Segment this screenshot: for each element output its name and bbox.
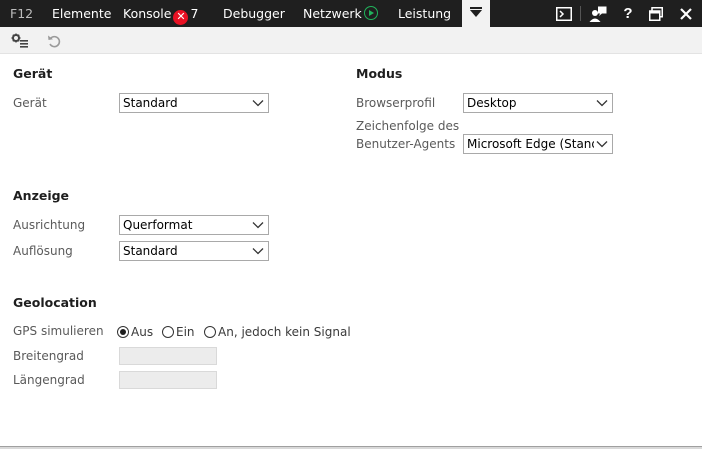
user-agent-label-line1: Zeichenfolge des — [356, 119, 460, 133]
devtools-tab-bar: F12 Elemente Konsole ✕ 7 Debugger Netzwerk… — [0, 0, 702, 27]
close-icon[interactable] — [673, 0, 699, 27]
user-agent-label-line2: Benutzer-Agents — [356, 137, 456, 151]
radio-selected-icon — [117, 326, 129, 338]
chevron-down-icon — [252, 248, 264, 255]
console-error-count: 7 — [190, 6, 199, 21]
chevron-down-icon — [596, 100, 608, 107]
latitude-label: Breitengrad — [13, 349, 84, 363]
tab-performance[interactable]: Leistung — [398, 0, 451, 27]
tab-network[interactable]: Netzwerk — [303, 0, 378, 27]
tab-elements[interactable]: Elemente — [52, 0, 111, 27]
device-label: Gerät — [13, 96, 47, 110]
resolution-value: Standard — [123, 244, 178, 258]
reset-icon[interactable] — [44, 31, 64, 51]
chevron-down-icon — [252, 100, 264, 107]
longitude-input[interactable] — [119, 371, 217, 389]
tab-debugger[interactable]: Debugger — [223, 0, 285, 27]
gps-radio-on-label: Ein — [176, 325, 195, 339]
browser-profile-value: Desktop — [467, 96, 517, 110]
gps-simulate-label: GPS simulieren — [13, 324, 104, 338]
chevron-down-icon — [470, 7, 482, 17]
chevron-down-icon — [252, 222, 264, 229]
gps-radio-no-signal-label: An, jedoch kein Signal — [218, 325, 351, 339]
orientation-label: Ausrichtung — [13, 218, 86, 232]
emulation-toolbar — [0, 27, 702, 54]
radio-unselected-icon — [204, 326, 216, 338]
browser-profile-select[interactable]: Desktop — [463, 93, 613, 113]
tab-console-label: Konsole — [123, 6, 172, 21]
console-toggle-icon[interactable] — [551, 0, 577, 27]
geolocation-section-title: Geolocation — [13, 295, 97, 310]
toolbar-separator — [580, 6, 581, 21]
f12-label: F12 — [10, 6, 34, 21]
gps-radio-off[interactable]: Aus — [117, 325, 153, 339]
resolution-label: Auflösung — [13, 244, 73, 258]
longitude-label: Längengrad — [13, 373, 85, 387]
radio-unselected-icon — [162, 326, 174, 338]
tab-network-label: Netzwerk — [303, 6, 362, 21]
feedback-icon[interactable] — [585, 0, 611, 27]
error-icon: ✕ — [173, 10, 189, 25]
gps-radio-on[interactable]: Ein — [162, 325, 195, 339]
mode-section-title: Modus — [356, 66, 403, 81]
chevron-down-icon — [596, 141, 608, 148]
browser-profile-label: Browserprofil — [356, 96, 436, 110]
display-section-title: Anzeige — [13, 188, 70, 203]
user-agent-value: Microsoft Edge (Standard) — [467, 137, 594, 151]
orientation-select[interactable]: Querformat — [119, 215, 269, 235]
help-icon[interactable]: ? — [615, 0, 641, 27]
device-select-value: Standard — [123, 96, 178, 110]
user-agent-select[interactable]: Microsoft Edge (Standard) — [463, 134, 613, 154]
resolution-select[interactable]: Standard — [119, 241, 269, 261]
orientation-value: Querformat — [123, 218, 193, 232]
tab-overflow-menu[interactable] — [462, 0, 490, 27]
device-section-title: Gerät — [13, 66, 53, 81]
play-icon — [363, 6, 378, 20]
latitude-input[interactable] — [119, 347, 217, 365]
undock-icon[interactable] — [643, 0, 669, 27]
device-select[interactable]: Standard — [119, 93, 269, 113]
gps-radio-no-signal[interactable]: An, jedoch kein Signal — [204, 325, 351, 339]
gps-radio-off-label: Aus — [131, 325, 154, 339]
persist-settings-icon[interactable] — [10, 31, 30, 51]
tab-console[interactable]: Konsole ✕ 7 — [123, 0, 198, 27]
